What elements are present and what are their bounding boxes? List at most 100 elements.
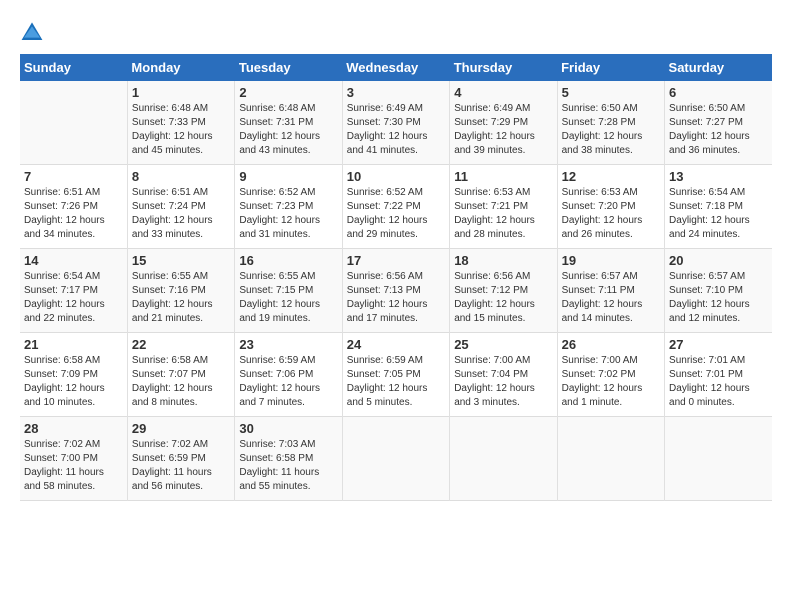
day-cell bbox=[450, 417, 557, 501]
day-info: Sunrise: 6:54 AMSunset: 7:18 PMDaylight:… bbox=[669, 186, 768, 242]
day-number: 6 bbox=[669, 85, 768, 100]
day-number: 20 bbox=[669, 253, 768, 268]
day-number: 1 bbox=[132, 85, 230, 100]
header-row: SundayMondayTuesdayWednesdayThursdayFrid… bbox=[20, 54, 772, 81]
day-number: 13 bbox=[669, 169, 768, 184]
day-number: 18 bbox=[454, 253, 552, 268]
day-info: Sunrise: 6:53 AMSunset: 7:21 PMDaylight:… bbox=[454, 186, 552, 242]
day-cell: 25 Sunrise: 7:00 AMSunset: 7:04 PMDayligh… bbox=[450, 333, 557, 417]
column-header-friday: Friday bbox=[557, 54, 664, 81]
day-number: 24 bbox=[347, 337, 445, 352]
week-row-1: 1 Sunrise: 6:48 AMSunset: 7:33 PMDaylight… bbox=[20, 81, 772, 165]
column-header-thursday: Thursday bbox=[450, 54, 557, 81]
column-header-tuesday: Tuesday bbox=[235, 54, 342, 81]
day-number: 25 bbox=[454, 337, 552, 352]
day-info: Sunrise: 7:00 AMSunset: 7:02 PMDaylight:… bbox=[562, 354, 660, 410]
day-info: Sunrise: 6:57 AMSunset: 7:10 PMDaylight:… bbox=[669, 270, 768, 326]
day-info: Sunrise: 6:59 AMSunset: 7:05 PMDaylight:… bbox=[347, 354, 445, 410]
day-cell: 1 Sunrise: 6:48 AMSunset: 7:33 PMDaylight… bbox=[127, 81, 234, 165]
day-cell: 26 Sunrise: 7:00 AMSunset: 7:02 PMDayligh… bbox=[557, 333, 664, 417]
day-number: 17 bbox=[347, 253, 445, 268]
day-cell: 4Sunrise: 6:49 AMSunset: 7:29 PMDaylight… bbox=[450, 81, 557, 165]
day-info: Sunrise: 6:56 AMSunset: 7:12 PMDaylight:… bbox=[454, 270, 552, 326]
day-number: 16 bbox=[239, 253, 337, 268]
day-number: 22 bbox=[132, 337, 230, 352]
column-header-sunday: Sunday bbox=[20, 54, 127, 81]
day-info: Sunrise: 6:55 AMSunset: 7:16 PMDaylight:… bbox=[132, 270, 230, 326]
day-number: 29 bbox=[132, 421, 230, 436]
day-cell: 3 Sunrise: 6:49 AMSunset: 7:30 PMDaylight… bbox=[342, 81, 449, 165]
day-info: Sunrise: 6:50 AMSunset: 7:27 PMDaylight:… bbox=[669, 102, 768, 158]
day-info: Sunrise: 6:52 AMSunset: 7:22 PMDaylight:… bbox=[347, 186, 445, 242]
week-row-3: 14 Sunrise: 6:54 AMSunset: 7:17 PMDayligh… bbox=[20, 249, 772, 333]
day-number: 23 bbox=[239, 337, 337, 352]
day-cell: 24 Sunrise: 6:59 AMSunset: 7:05 PMDayligh… bbox=[342, 333, 449, 417]
day-number: 11 bbox=[454, 169, 552, 184]
day-number: 10 bbox=[347, 169, 445, 184]
day-cell: 9 Sunrise: 6:52 AMSunset: 7:23 PMDaylight… bbox=[235, 165, 342, 249]
day-info: Sunrise: 6:52 AMSunset: 7:23 PMDaylight:… bbox=[239, 186, 337, 242]
day-cell: 20 Sunrise: 6:57 AMSunset: 7:10 PMDayligh… bbox=[665, 249, 772, 333]
day-cell: 2Sunrise: 6:48 AMSunset: 7:31 PMDaylight… bbox=[235, 81, 342, 165]
day-info: Sunrise: 6:51 AMSunset: 7:24 PMDaylight:… bbox=[132, 186, 230, 242]
day-number: 7 bbox=[24, 169, 123, 184]
day-info: Sunrise: 6:48 AMSunset: 7:33 PMDaylight:… bbox=[132, 102, 230, 158]
day-info: Sunrise: 7:02 AMSunset: 7:00 PMDaylight:… bbox=[24, 438, 123, 494]
day-info: Sunrise: 6:58 AMSunset: 7:07 PMDaylight:… bbox=[132, 354, 230, 410]
day-info: Sunrise: 7:01 AMSunset: 7:01 PMDaylight:… bbox=[669, 354, 768, 410]
day-cell: 5 Sunrise: 6:50 AMSunset: 7:28 PMDaylight… bbox=[557, 81, 664, 165]
day-info: Sunrise: 6:59 AMSunset: 7:06 PMDaylight:… bbox=[239, 354, 337, 410]
column-header-wednesday: Wednesday bbox=[342, 54, 449, 81]
day-cell: 10 Sunrise: 6:52 AMSunset: 7:22 PMDayligh… bbox=[342, 165, 449, 249]
day-number: 30 bbox=[239, 421, 337, 436]
week-row-2: 7 Sunrise: 6:51 AMSunset: 7:26 PMDaylight… bbox=[20, 165, 772, 249]
day-cell: 30 Sunrise: 7:03 AMSunset: 6:58 PMDayligh… bbox=[235, 417, 342, 501]
day-cell: 15 Sunrise: 6:55 AMSunset: 7:16 PMDayligh… bbox=[127, 249, 234, 333]
column-header-saturday: Saturday bbox=[665, 54, 772, 81]
day-cell: 6 Sunrise: 6:50 AMSunset: 7:27 PMDaylight… bbox=[665, 81, 772, 165]
day-info: Sunrise: 6:55 AMSunset: 7:15 PMDaylight:… bbox=[239, 270, 337, 326]
day-cell: 12 Sunrise: 6:53 AMSunset: 7:20 PMDayligh… bbox=[557, 165, 664, 249]
day-number: 27 bbox=[669, 337, 768, 352]
day-info: Sunrise: 6:51 AMSunset: 7:26 PMDaylight:… bbox=[24, 186, 123, 242]
day-cell bbox=[665, 417, 772, 501]
week-row-4: 21Sunrise: 6:58 AMSunset: 7:09 PMDayligh… bbox=[20, 333, 772, 417]
day-cell bbox=[557, 417, 664, 501]
day-number: 26 bbox=[562, 337, 660, 352]
day-number: 14 bbox=[24, 253, 123, 268]
day-info: Sunrise: 7:03 AMSunset: 6:58 PMDaylight:… bbox=[239, 438, 337, 494]
day-cell: 8 Sunrise: 6:51 AMSunset: 7:24 PMDaylight… bbox=[127, 165, 234, 249]
day-number: 21 bbox=[24, 337, 123, 352]
day-number: 3 bbox=[347, 85, 445, 100]
calendar-table: SundayMondayTuesdayWednesdayThursdayFrid… bbox=[20, 54, 772, 501]
day-info: Sunrise: 6:57 AMSunset: 7:11 PMDaylight:… bbox=[562, 270, 660, 326]
day-number: 15 bbox=[132, 253, 230, 268]
day-number: 5 bbox=[562, 85, 660, 100]
day-cell: 29 Sunrise: 7:02 AMSunset: 6:59 PMDayligh… bbox=[127, 417, 234, 501]
day-number: 8 bbox=[132, 169, 230, 184]
day-info: Sunrise: 6:50 AMSunset: 7:28 PMDaylight:… bbox=[562, 102, 660, 158]
day-number: 9 bbox=[239, 169, 337, 184]
day-cell: 19Sunrise: 6:57 AMSunset: 7:11 PMDayligh… bbox=[557, 249, 664, 333]
day-cell: 16 Sunrise: 6:55 AMSunset: 7:15 PMDayligh… bbox=[235, 249, 342, 333]
day-cell: 21Sunrise: 6:58 AMSunset: 7:09 PMDayligh… bbox=[20, 333, 127, 417]
day-cell bbox=[20, 81, 127, 165]
day-number: 2 bbox=[239, 85, 337, 100]
page-header bbox=[20, 20, 772, 44]
day-number: 4 bbox=[454, 85, 552, 100]
day-number: 12 bbox=[562, 169, 660, 184]
week-row-5: 28 Sunrise: 7:02 AMSunset: 7:00 PMDayligh… bbox=[20, 417, 772, 501]
day-info: Sunrise: 7:00 AMSunset: 7:04 PMDaylight:… bbox=[454, 354, 552, 410]
day-info: Sunrise: 6:53 AMSunset: 7:20 PMDaylight:… bbox=[562, 186, 660, 242]
day-info: Sunrise: 6:49 AMSunset: 7:30 PMDaylight:… bbox=[347, 102, 445, 158]
day-cell: 11 Sunrise: 6:53 AMSunset: 7:21 PMDayligh… bbox=[450, 165, 557, 249]
day-cell: 27 Sunrise: 7:01 AMSunset: 7:01 PMDayligh… bbox=[665, 333, 772, 417]
day-cell: 14 Sunrise: 6:54 AMSunset: 7:17 PMDayligh… bbox=[20, 249, 127, 333]
day-cell: 23 Sunrise: 6:59 AMSunset: 7:06 PMDayligh… bbox=[235, 333, 342, 417]
day-info: Sunrise: 7:02 AMSunset: 6:59 PMDaylight:… bbox=[132, 438, 230, 494]
day-info: Sunrise: 6:54 AMSunset: 7:17 PMDaylight:… bbox=[24, 270, 123, 326]
day-cell bbox=[342, 417, 449, 501]
day-cell: 28 Sunrise: 7:02 AMSunset: 7:00 PMDayligh… bbox=[20, 417, 127, 501]
day-number: 28 bbox=[24, 421, 123, 436]
day-cell: 18 Sunrise: 6:56 AMSunset: 7:12 PMDayligh… bbox=[450, 249, 557, 333]
